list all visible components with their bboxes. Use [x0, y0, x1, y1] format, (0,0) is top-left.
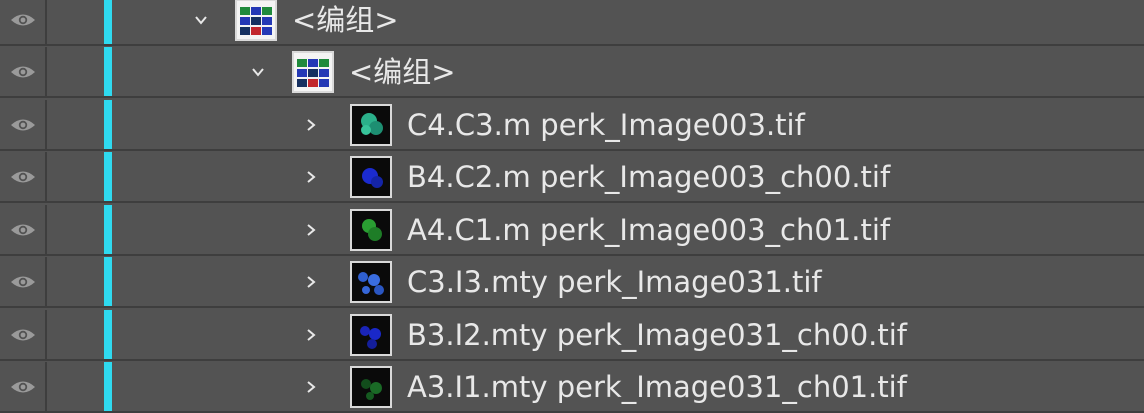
- eye-icon: [10, 224, 35, 235]
- layer-color-bar: [104, 205, 112, 254]
- layers-panel: <编组> <编组> C4.C3.m perk_Image003.tif B4.C…: [0, 0, 1144, 413]
- layer-color-bar: [104, 0, 112, 44]
- layer-row[interactable]: B4.C2.m perk_Image003_ch00.tif: [0, 152, 1144, 203]
- layer-color-bar: [104, 152, 112, 201]
- visibility-toggle[interactable]: [0, 100, 47, 149]
- eye-icon: [10, 119, 35, 130]
- eye-icon: [10, 329, 35, 340]
- layer-thumbnail: [292, 51, 334, 93]
- eye-icon: [10, 14, 35, 25]
- layer-row[interactable]: <编组>: [0, 47, 1144, 98]
- eye-icon: [10, 171, 35, 182]
- layer-name[interactable]: A4.C1.m perk_Image003_ch01.tif: [407, 205, 890, 256]
- visibility-toggle[interactable]: [0, 205, 47, 254]
- layer-color-bar: [104, 100, 112, 149]
- layer-color-bar: [104, 310, 112, 359]
- layer-thumbnail: [235, 0, 277, 41]
- layer-thumbnail: [350, 314, 392, 356]
- chevron-right-icon[interactable]: [300, 310, 322, 359]
- chevron-down-icon[interactable]: [247, 47, 269, 96]
- chevron-right-icon[interactable]: [300, 100, 322, 149]
- layer-name[interactable]: <编组>: [349, 47, 456, 98]
- chevron-right-icon[interactable]: [300, 362, 322, 411]
- layer-thumbnail: [350, 261, 392, 303]
- visibility-toggle[interactable]: [0, 152, 47, 201]
- layer-name[interactable]: C4.C3.m perk_Image003.tif: [407, 100, 805, 151]
- layer-thumbnail: [350, 209, 392, 251]
- layer-name[interactable]: B4.C2.m perk_Image003_ch00.tif: [407, 152, 890, 203]
- layer-name[interactable]: B3.I2.mty perk_Image031_ch00.tif: [407, 310, 907, 361]
- chevron-right-icon[interactable]: [300, 152, 322, 201]
- eye-icon: [10, 66, 35, 77]
- visibility-toggle[interactable]: [0, 0, 47, 44]
- layer-thumbnail: [350, 104, 392, 146]
- layer-row[interactable]: B3.I2.mty perk_Image031_ch00.tif: [0, 310, 1144, 361]
- layer-name[interactable]: C3.I3.mty perk_Image031.tif: [407, 257, 822, 308]
- layer-name[interactable]: <编组>: [292, 0, 399, 46]
- eye-icon: [10, 381, 35, 392]
- layer-thumbnail: [350, 156, 392, 198]
- layer-row[interactable]: A3.I1.mty perk_Image031_ch01.tif: [0, 362, 1144, 413]
- layer-name[interactable]: A3.I1.mty perk_Image031_ch01.tif: [407, 362, 907, 413]
- layer-row[interactable]: C4.C3.m perk_Image003.tif: [0, 100, 1144, 151]
- chevron-right-icon[interactable]: [300, 257, 322, 306]
- visibility-toggle[interactable]: [0, 47, 47, 96]
- visibility-toggle[interactable]: [0, 257, 47, 306]
- eye-icon: [10, 276, 35, 287]
- layer-row[interactable]: A4.C1.m perk_Image003_ch01.tif: [0, 205, 1144, 256]
- chevron-down-icon[interactable]: [190, 0, 212, 44]
- layer-row[interactable]: <编组>: [0, 0, 1144, 46]
- layer-thumbnail: [350, 366, 392, 408]
- chevron-right-icon[interactable]: [300, 205, 322, 254]
- layer-color-bar: [104, 257, 112, 306]
- layer-color-bar: [104, 47, 112, 96]
- layer-row[interactable]: C3.I3.mty perk_Image031.tif: [0, 257, 1144, 308]
- layer-color-bar: [104, 362, 112, 411]
- visibility-toggle[interactable]: [0, 362, 47, 411]
- visibility-toggle[interactable]: [0, 310, 47, 359]
